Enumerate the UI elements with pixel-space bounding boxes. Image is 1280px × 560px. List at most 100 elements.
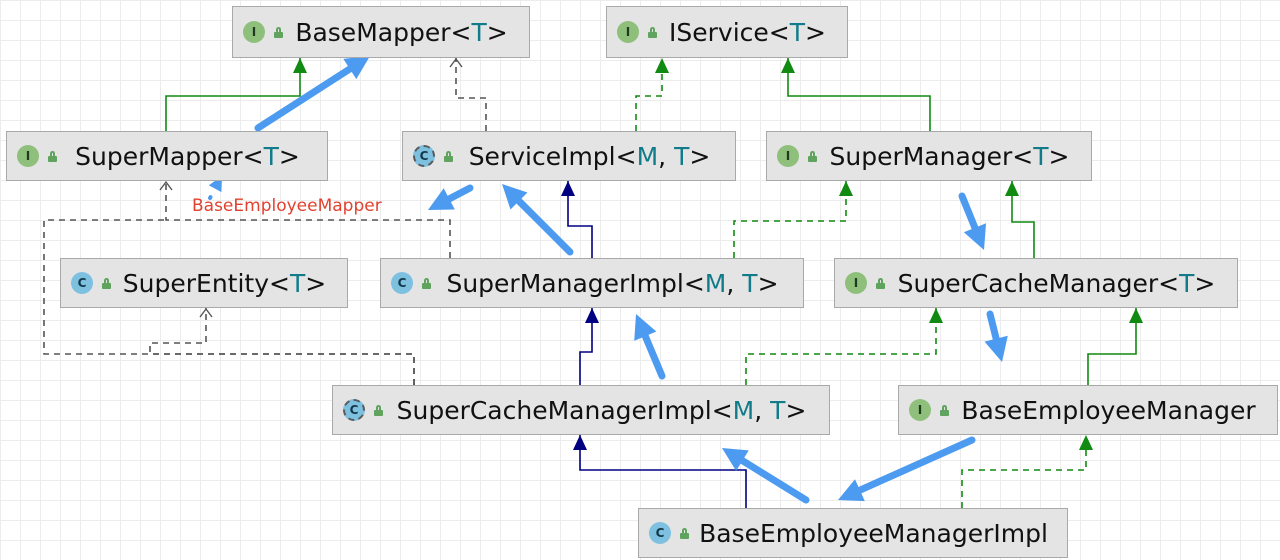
edge-super-cache-manager-impl-to-super-cache-manager [745,308,937,385]
public-lock-icon [443,150,454,162]
class-name: SuperCacheManagerImpl< [396,395,733,425]
public-lock-icon [875,277,886,289]
node-label: SuperManagerImpl<M, T> [446,268,779,298]
edge-super-cache-manager-impl-to-super-entity [149,308,415,385]
public-lock-icon [101,277,112,289]
edge-base-employee-manager-impl-to-base-employee-manager [961,435,1087,508]
highlight-arrow-line [641,332,666,380]
class-name: SuperManagerImpl< [446,268,705,298]
arrowhead-base-employee-manager-impl-to-base-employee-manager [1079,435,1093,450]
interface-icon: I [909,399,931,421]
node-super-cache-manager-impl[interactable]: C SuperCacheManagerImpl<M, T> [332,385,830,435]
close-bracket: > [486,17,508,47]
node-super-manager[interactable]: I SuperManager<T> [766,131,1092,181]
public-lock-icon [647,26,658,38]
public-lock-icon [273,26,284,38]
type-param: M [704,268,727,298]
node-base-mapper[interactable]: I BaseMapper<T> [232,6,530,58]
node-super-manager-impl[interactable]: C SuperManagerImpl<M, T> [380,258,804,308]
interface-icon: I [845,272,867,294]
abstract-class-icon: C [413,145,435,167]
class-icon: C [71,272,93,294]
type-param: T [471,17,487,47]
type-param: M [636,141,659,171]
node-service-impl[interactable]: C ServiceImpl<M, T> [402,131,736,181]
node-label: IService<T> [658,18,837,47]
type-param: T [289,268,306,298]
type-param: T [1179,268,1195,298]
public-lock-icon [939,404,950,416]
class-name: BaseEmployeeManager [961,395,1256,425]
edge-base-employee-manager-impl-to-super-cache-manager-impl [579,435,747,508]
node-super-entity[interactable]: C SuperEntity<T> [60,258,348,308]
edge-super-manager-to-iservice [787,58,931,131]
close-bracket: > [805,17,826,47]
node-super-mapper[interactable]: I SuperMapper<T> [6,131,328,181]
highlight-arrow-line [738,457,810,504]
type-param: T [263,141,279,171]
class-icon: C [391,272,413,294]
edge-super-mapper-to-base-mapper [165,58,301,131]
class-name: BaseMapper< [295,17,472,47]
close-bracket: > [1194,268,1216,298]
highlight-arrow-line [986,310,1000,343]
arrowhead-base-employee-manager-impl-to-super-cache-manager-impl [573,435,587,450]
node-label: ServiceImpl<M, T> [468,141,711,171]
class-name: SuperManager< [829,141,1034,171]
arrowhead-super-cache-manager-impl-to-super-manager-impl [585,308,599,323]
type-param: T [1033,141,1049,171]
node-base-employee-manager-impl[interactable]: C BaseEmployeeManagerImpl [638,508,1068,558]
node-super-cache-manager[interactable]: I SuperCacheManager<T> [834,258,1238,308]
class-name: IService< [669,17,790,47]
public-lock-icon [373,404,384,416]
arrowhead-base-employee-manager-to-super-cache-manager [1129,308,1143,323]
arrowhead-super-manager-to-iservice [781,58,795,73]
type-param: M [732,395,755,425]
edge-service-impl-to-base-mapper [455,58,487,131]
class-name: BaseEmployeeManagerImpl [699,518,1048,548]
highlight-arrow-head [984,335,1008,362]
type-param: T [674,141,690,171]
public-lock-icon [421,277,432,289]
node-label: SuperEntity<T> [112,269,337,298]
arrowhead-service-impl-to-iservice [655,58,669,73]
edge-super-manager-impl-to-super-mapper [165,181,451,258]
node-base-employee-manager[interactable]: I BaseEmployeeManager [898,385,1278,435]
interface-icon: I [617,21,639,43]
node-label: SuperMapper<T> [58,142,317,171]
arrowhead-super-cache-manager-impl-to-super-cache-manager [929,308,943,323]
type-param: T [789,17,806,47]
highlight-arrow-line [515,197,574,256]
node-label: BaseEmployeeManager [950,396,1267,425]
class-name: ServiceImpl< [468,141,637,171]
annotation-base-employee-mapper: BaseEmployeeMapper [192,196,382,216]
arrowhead-super-mapper-to-base-mapper [293,58,307,73]
close-bracket: > [689,141,711,171]
class-name: SuperCacheManager< [897,268,1180,298]
node-label: SuperCacheManager<T> [886,269,1227,298]
close-bracket: > [757,268,779,298]
type-param: T [742,268,758,298]
highlight-arrow-line [445,184,474,203]
node-label: SuperCacheManagerImpl<M, T> [396,395,807,425]
class-icon: C [649,522,671,544]
node-label: SuperManager<T> [818,142,1081,171]
arrowhead-super-manager-impl-to-service-impl [561,181,575,196]
close-bracket: > [305,268,327,298]
close-bracket: > [1048,141,1070,171]
node-iservice[interactable]: I IService<T> [606,6,848,58]
arrowhead-super-manager-impl-to-super-manager [839,181,853,196]
class-name: SuperEntity< [122,268,290,298]
close-bracket: > [785,395,807,425]
edge-base-employee-manager-to-super-cache-manager [1087,308,1137,385]
edge-super-manager-impl-to-super-manager [733,181,847,258]
public-lock-icon [679,527,690,539]
interface-icon: I [777,145,799,167]
highlight-arrow-line [254,65,354,132]
node-label: BaseEmployeeManagerImpl [690,519,1057,548]
close-bracket: > [278,141,300,171]
highlight-arrow-line [958,192,979,232]
abstract-class-icon: C [343,399,365,421]
node-label: BaseMapper<T> [284,18,519,47]
interface-icon: I [17,145,39,167]
